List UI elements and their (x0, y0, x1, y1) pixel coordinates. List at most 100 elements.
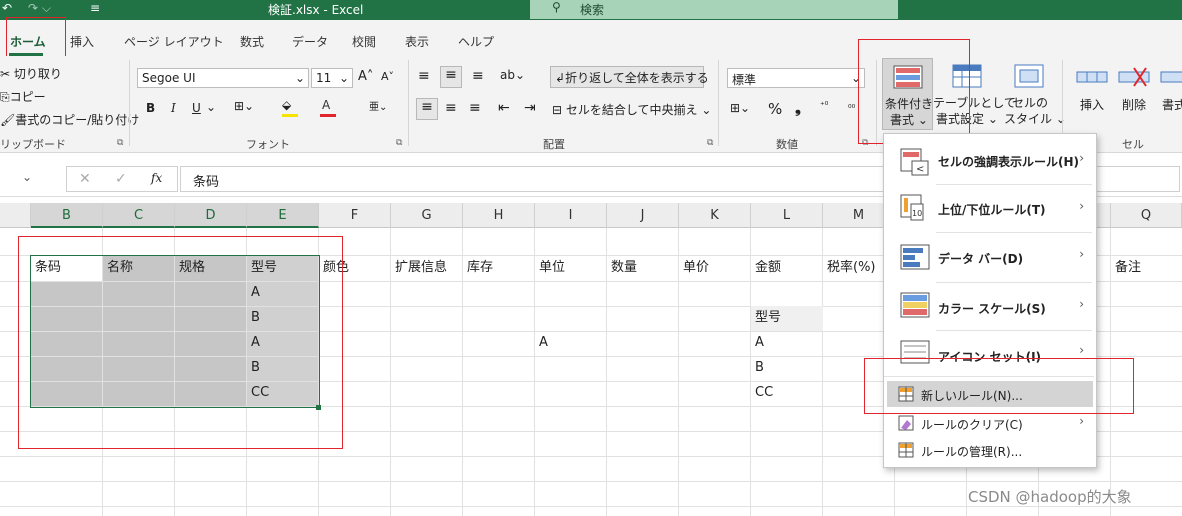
align-left-icon[interactable]: ≡ (416, 98, 438, 120)
currency-icon[interactable]: ⊞⌄ (730, 101, 750, 115)
cell-styles-button[interactable]: セルの スタイル ⌄ (1002, 58, 1066, 130)
fill-color-icon[interactable]: ⬙ (282, 98, 291, 112)
col-header-l[interactable]: L (751, 203, 823, 228)
delete-cells-icon (1118, 67, 1150, 87)
col-header-f[interactable]: F (319, 203, 391, 228)
chevron-down-icon[interactable]: ⌄ (206, 100, 216, 114)
comma-icon[interactable]: ❟ (795, 99, 801, 117)
cell-styles-label-line1: セルの (1012, 96, 1049, 110)
tab-data[interactable]: データ (292, 33, 328, 50)
tab-formulas[interactable]: 数式 (240, 33, 264, 50)
cell-g-header[interactable]: 扩展信息 (391, 256, 463, 280)
watermark: CSDN @hadoop的大象 (968, 488, 1132, 506)
col-header-g[interactable]: G (391, 203, 463, 228)
tab-view[interactable]: 表示 (405, 33, 429, 50)
menu-item-data-bars[interactable]: データ バー(D) › (884, 232, 1094, 282)
eraser-icon (898, 415, 914, 431)
search-box[interactable]: ⚲ 検索 (530, 0, 898, 19)
menu-item-highlight-rules[interactable]: < セルの強調表示ルール(H) › (884, 136, 1094, 184)
cell-q-header[interactable]: 备注 (1111, 256, 1182, 280)
undo-icon[interactable]: ↶ (2, 1, 12, 15)
col-header-j[interactable]: J (607, 203, 679, 228)
cell-l-header[interactable]: 金额 (751, 256, 823, 280)
menu-item-manage-rules[interactable]: ルールの管理(R)... (884, 437, 1094, 463)
col-header-e[interactable]: E (247, 203, 319, 228)
format-painter-button[interactable]: 🖌書式のコピー/貼り付け (0, 111, 139, 128)
bold-button[interactable]: B (146, 101, 155, 115)
orientation-icon[interactable]: ab⌄ (500, 68, 525, 82)
cell-h-header[interactable]: 库存 (463, 256, 535, 280)
cell-k-header[interactable]: 单价 (679, 256, 751, 280)
align-center-icon[interactable]: ≡ (445, 100, 457, 116)
menu-item-top-bottom-rules[interactable]: 10 上位/下位ルール(T) › (884, 184, 1094, 232)
chevron-down-icon: ⌄ (294, 71, 305, 85)
col-header-h[interactable]: H (463, 203, 535, 228)
decrease-font-icon[interactable]: A˅ (381, 70, 394, 83)
cell-l-value[interactable]: CC (751, 381, 823, 405)
italic-button[interactable]: I (171, 101, 176, 115)
highlight-rules-icon: < (900, 148, 929, 176)
tab-review[interactable]: 校閲 (352, 33, 376, 50)
font-color-swatch (320, 114, 336, 117)
align-middle-icon[interactable]: ≡ (440, 66, 462, 88)
data-bars-icon (900, 244, 930, 270)
redo-icon[interactable]: ↷ ⌵ (28, 1, 51, 16)
chevron-right-icon: › (1079, 199, 1084, 213)
increase-decimal-icon[interactable]: ⁺⁰ (820, 101, 828, 111)
underline-button[interactable]: U (192, 101, 201, 115)
col-header-i[interactable]: I (535, 203, 607, 228)
border-icon[interactable]: ⊞⌄ (234, 99, 254, 113)
increase-indent-icon[interactable]: ⇥ (524, 100, 536, 116)
customize-qat-icon[interactable]: ≡ (90, 1, 100, 15)
menu-item-color-scales[interactable]: カラー スケール(S) › (884, 282, 1094, 330)
cut-button[interactable]: ✂ 切り取り (0, 65, 62, 82)
align-top-icon[interactable]: ≡ (418, 68, 430, 84)
font-name-select[interactable]: Segoe UI ⌄ (137, 68, 309, 88)
conditional-formatting-menu: < セルの強調表示ルール(H) › 10 上位/下位ルール(T) › データ バ… (883, 133, 1097, 468)
font-size-select[interactable]: 11 ⌄ (311, 68, 353, 88)
function-icon[interactable]: fx (151, 171, 162, 185)
delete-cells-button[interactable]: 削除 (1114, 58, 1154, 130)
wrap-text-button[interactable]: ↲折り返して全体を表示する (550, 66, 709, 88)
cell-l-value[interactable]: 型号 (751, 306, 823, 330)
cell-j-header[interactable]: 数量 (607, 256, 679, 280)
col-header-c[interactable]: C (103, 203, 175, 228)
cancel-icon[interactable]: ✕ (79, 171, 91, 187)
col-header-b[interactable]: B (31, 203, 103, 228)
svg-text:<: < (916, 164, 924, 175)
tab-insert[interactable]: 挿入 (70, 33, 94, 50)
increase-font-icon[interactable]: A˄ (358, 69, 373, 84)
number-format-value: 標準 (732, 73, 757, 87)
number-format-select[interactable]: 標準 ⌄ (727, 68, 865, 88)
cell-i-header[interactable]: 单位 (535, 256, 607, 280)
align-right-icon[interactable]: ≡ (469, 100, 481, 116)
decrease-decimal-icon[interactable]: ₀₀ (848, 101, 855, 111)
format-cells-button[interactable]: 書式 (1156, 58, 1182, 130)
cell-l-value[interactable]: B (751, 356, 823, 380)
insert-cells-button[interactable]: 挿入 (1072, 58, 1112, 130)
menu-item-label: カラー スケール(S) (938, 302, 1046, 316)
font-launcher-icon[interactable]: ⧉ (396, 138, 402, 148)
merge-center-button[interactable]: ⊟ セルを結合して中央揃え ⌄ (552, 101, 711, 118)
decrease-indent-icon[interactable]: ⇤ (498, 100, 510, 116)
copy-button[interactable]: ⎘コピー (0, 88, 46, 105)
cell-styles-label-text: スタイル (1004, 112, 1053, 126)
tab-help[interactable]: ヘルプ (458, 33, 494, 50)
col-header-d[interactable]: D (175, 203, 247, 228)
enter-icon[interactable]: ✓ (115, 171, 127, 187)
phonetic-icon[interactable]: 亜⌄ (369, 98, 387, 113)
cell-i-value[interactable]: A (535, 331, 607, 355)
cell-l-value[interactable]: A (751, 331, 823, 355)
name-box-chevron-icon[interactable]: ⌄ (22, 170, 32, 184)
clipboard-launcher-icon[interactable]: ⧉ (117, 138, 123, 148)
highlight-new-rule (864, 358, 1134, 414)
number-group-label: 数値 (776, 138, 798, 151)
align-bottom-icon[interactable]: ≡ (472, 68, 484, 84)
alignment-launcher-icon[interactable]: ⧉ (707, 138, 713, 148)
font-color-icon[interactable]: A (322, 98, 330, 112)
percent-icon[interactable]: % (768, 100, 782, 118)
cut-icon: ✂ (0, 67, 11, 81)
col-header-q[interactable]: Q (1111, 203, 1182, 228)
col-header-k[interactable]: K (679, 203, 751, 228)
tab-page-layout[interactable]: ページ レイアウト (124, 33, 224, 50)
